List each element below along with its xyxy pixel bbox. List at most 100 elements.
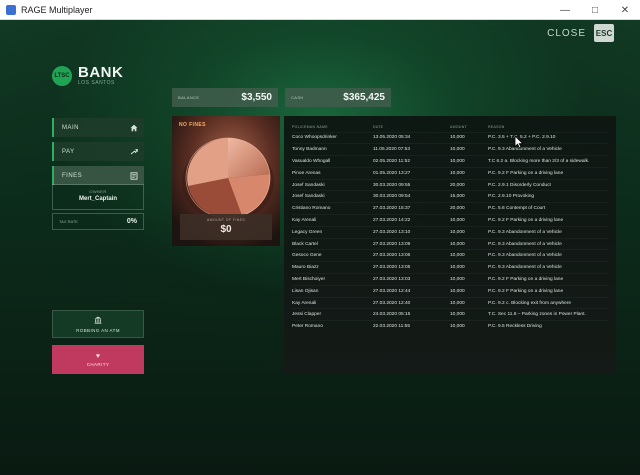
date-cell: 27.03.2020 13:10 (373, 225, 450, 239)
sidebar-item-fines[interactable]: FINES (52, 166, 144, 185)
cash-caption: CASH (291, 95, 304, 100)
table-row: Mert Bischoiyer 27.03.2020 13:03 10,000 P.C… (292, 273, 608, 286)
reason-cell: P.C. 9.3 Abandonment of a Vehicle (488, 143, 608, 156)
bank-logo-icon: LTSC (52, 66, 72, 86)
brand-title: BANK (78, 64, 124, 81)
reason-cell: T.C 6.2 a. Blocking more than 2/3 of a s… (488, 155, 608, 168)
policeman-cell: Coco Whoopsdrinker (292, 131, 373, 144)
app-icon (6, 4, 16, 15)
reason-cell: P.C. 9.3 Abandonment of a Vehicle (488, 261, 608, 274)
amount-cell: 20,000 (450, 178, 488, 191)
table-row: Tonny Badmann 11.05.2020 07:53 10,000 P.C. … (292, 143, 608, 156)
date-cell: 27.03.2020 13:05 (373, 261, 450, 274)
sidebar-item-main[interactable]: MAIN (52, 118, 144, 137)
table-row: Lisan Ojisan 27.03.2020 12:44 10,000 P.C. 9… (292, 284, 608, 298)
heart-icon: ♥ (95, 352, 101, 360)
window-controls: — □ ✕ (550, 0, 640, 20)
date-cell: 27.03.2020 13:03 (373, 273, 450, 286)
date-cell: 11.05.2020 07:53 (373, 143, 450, 156)
table-row: Gesoco Gene 27.03.2020 13:06 10,000 P.C. 9.… (292, 249, 608, 262)
amount-cell: 10,000 (450, 237, 488, 250)
reason-cell: T.C. Sec 11.6 – Parking zones in Power P… (488, 308, 608, 321)
reason-cell: P.C. 9.3 Abandonment of a Vehicle (488, 249, 608, 262)
amount-cell: 10,000 (450, 249, 488, 262)
balance-caption: BALANCE (178, 95, 200, 100)
esc-key[interactable]: ESC (594, 24, 614, 42)
table-row: Josef Sandaski 30.03.2020 09:55 20,000 P.C.… (292, 178, 608, 191)
fines-total-value: $0 (220, 224, 232, 235)
policeman-cell: Tonny Badmann (292, 143, 373, 156)
amount-cell: 10,000 (450, 284, 488, 298)
maximize-icon[interactable]: □ (580, 0, 610, 20)
table-row: Kay Arenali 27.03.2020 12:40 10,000 P.C. 9.… (292, 296, 608, 309)
fines-total-box: AMOUNT OF FINES $0 (180, 214, 272, 240)
policeman-cell: Gesoco Gene (292, 249, 373, 262)
policeman-cell: Lisan Ojisan (292, 284, 373, 298)
window-title: RAGE Multiplayer (21, 4, 93, 15)
reason-cell: P.C. 9.3 Abandonment of a Vehicle (488, 237, 608, 250)
date-cell: 27.03.2020 13:06 (373, 249, 450, 262)
sidebar-item-label: PAY (62, 148, 75, 155)
amount-cell: 10,000 (450, 261, 488, 274)
amount-cell: 10,000 (450, 143, 488, 156)
document-icon (130, 171, 138, 180)
policeman-cell: Cristiano Romano (292, 202, 373, 215)
table-row: Pinoe Arenas 01.05.2020 13:27 10,000 P.C. 9… (292, 166, 608, 180)
sidebar-item-pay[interactable]: PAY (52, 142, 144, 161)
fines-total-caption: AMOUNT OF FINES (206, 218, 246, 222)
amount-cell: 10,000 (450, 166, 488, 180)
amount-cell: 10,000 (450, 155, 488, 168)
date-cell: 01.05.2020 13:27 (373, 166, 450, 180)
reason-cell: P.C. 2.9.10 Provoking (488, 190, 608, 203)
tax-rate-box: TAX RATE 0% (52, 213, 144, 230)
date-cell: 27.03.2020 12:44 (373, 284, 450, 298)
close-window-icon[interactable]: ✕ (610, 0, 640, 20)
column-header-amount: AMOUNT (450, 124, 467, 129)
date-cell: 27.03.2020 12:40 (373, 296, 450, 309)
table-header-row: POLICEMAN NAME DATE AMOUNT REASON (292, 122, 608, 132)
owner-box: OWNER Mert_Captain (52, 184, 144, 210)
column-header-reason: REASON (488, 124, 505, 129)
policeman-cell: Josef Sandaski (292, 178, 373, 191)
owner-name: Mert_Captain (78, 196, 117, 202)
column-header-date: DATE (373, 124, 384, 129)
cash-value: $365,425 (343, 92, 385, 103)
amount-cell: 20,000 (450, 202, 488, 215)
reason-cell: P.C. 9.2 F Parking on a driving lane (488, 214, 608, 227)
window-titlebar: RAGE Multiplayer — □ ✕ (0, 0, 640, 20)
charity-button[interactable]: ♥ CHARITY (52, 345, 144, 374)
policeman-cell: Vasualdo Whogall (292, 155, 373, 168)
no-fines-label: NO FINES (179, 122, 206, 128)
reason-cell: P.C. 9.2 F Parking on a driving lane (488, 284, 608, 298)
tax-rate-value: 0% (126, 218, 137, 225)
close-control[interactable]: CLOSE ESC (547, 24, 614, 42)
table-row: Legacy Green 27.03.2020 13:10 10,000 P.C. 9… (292, 225, 608, 239)
reason-cell: P.C. 9.5 Reckless Driving (488, 320, 608, 333)
robbing-atm-label: ROBBING AN ATM (76, 327, 120, 333)
arrow-up-right-icon (130, 148, 138, 156)
date-cell: 30.03.2020 09:54 (373, 190, 450, 203)
tax-rate-caption: TAX RATE (59, 219, 78, 224)
table-row: Jessi Clapper 24.03.2020 05:15 10,000 T.C. … (292, 308, 608, 321)
fines-table: POLICEMAN NAME DATE AMOUNT REASON Coco W… (292, 122, 608, 333)
amount-cell: 10,000 (450, 214, 488, 227)
mouse-cursor-icon (514, 135, 524, 149)
policeman-cell: Mauro Biazz (292, 261, 373, 274)
date-cell: 22.03.2020 11:55 (373, 320, 450, 333)
reason-cell: P.C. 5.6 Contempt of Court (488, 202, 608, 215)
date-cell: 27.03.2020 15:37 (373, 202, 450, 215)
reason-cell: P.C. 9.2 F Parking on a driving lane (488, 273, 608, 286)
table-row: Black Cartel 27.03.2020 13:09 10,000 P.C. 9… (292, 237, 608, 250)
bank-brand: LTSC BANK LOS SANTOS (52, 64, 124, 86)
table-row: Vasualdo Whogall 02.05.2020 11:52 10,000 T.… (292, 155, 608, 168)
cash-card: CASH $365,425 (285, 88, 391, 107)
bank-icon (94, 316, 102, 326)
reason-cell: P.C. 9.2 F Parking on a driving lane (488, 166, 608, 180)
table-row: Peter Romano 22.03.2020 11:55 10,000 P.C. 9… (292, 320, 608, 333)
minimize-icon[interactable]: — (550, 0, 580, 20)
charity-label: CHARITY (86, 361, 110, 367)
close-label[interactable]: CLOSE (547, 28, 586, 39)
robbing-atm-button[interactable]: ROBBING AN ATM (52, 310, 144, 338)
amount-cell: 10,000 (450, 225, 488, 239)
date-cell: 13.05.2020 05:34 (373, 131, 450, 144)
